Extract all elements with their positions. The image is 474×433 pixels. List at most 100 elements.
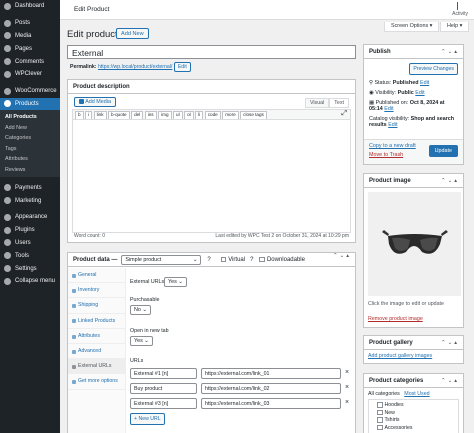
sidebar-item-appearance[interactable]: Appearance bbox=[0, 211, 60, 224]
tab-get-more-options[interactable]: Get more options bbox=[68, 374, 125, 390]
quicktag-button[interactable]: ul bbox=[173, 111, 183, 119]
panel-arrows-icon[interactable]: ⌃⌄▴ bbox=[441, 374, 459, 388]
quicktag-button[interactable]: b-quote bbox=[108, 111, 130, 119]
permalink-url[interactable]: https://wp.local/product/external/ bbox=[98, 64, 172, 70]
sidebar-item-users[interactable]: Users bbox=[0, 237, 60, 250]
tab-attributes[interactable]: Attributes bbox=[68, 329, 125, 344]
url-name-input[interactable]: External #1 [n] bbox=[130, 368, 197, 379]
tab-linked-products[interactable]: Linked Products bbox=[68, 314, 125, 329]
add-new-button[interactable]: Add New bbox=[116, 28, 149, 39]
sidebar-item-marketing[interactable]: Marketing bbox=[0, 194, 60, 207]
quicktag-button[interactable]: ins bbox=[144, 111, 157, 119]
visibility-edit-link[interactable]: Edit bbox=[415, 90, 424, 96]
activity-button[interactable]: Activity bbox=[452, 2, 468, 17]
sidebar-item-products[interactable]: Products bbox=[0, 97, 60, 111]
tab-most-used[interactable]: Most Used bbox=[404, 391, 429, 397]
tab-visual[interactable]: Visual bbox=[304, 98, 330, 108]
submenu-item[interactable]: Attributes bbox=[0, 154, 60, 165]
submenu-item[interactable]: Categories bbox=[0, 133, 60, 144]
published-edit-link[interactable]: Edit bbox=[384, 106, 393, 112]
panel-arrows-icon[interactable]: ⌃⌄▴ bbox=[441, 336, 459, 350]
quicktag-button[interactable]: code bbox=[204, 111, 221, 119]
sidebar-item-collapse-menu[interactable]: Collapse menu bbox=[0, 275, 60, 288]
add-media-button[interactable]: Add Media bbox=[74, 97, 116, 107]
category-checkbox[interactable] bbox=[377, 409, 383, 416]
remove-url-icon[interactable]: × bbox=[345, 384, 349, 391]
quicktag-button[interactable]: li bbox=[195, 111, 204, 119]
tab-inventory[interactable]: Inventory bbox=[68, 283, 125, 299]
url-address-input[interactable]: https://external.com/link_02 bbox=[201, 383, 341, 394]
quicktag-button[interactable]: close tags bbox=[240, 111, 267, 119]
screen-options-button[interactable]: Screen Options ▾ bbox=[384, 22, 440, 32]
sidebar-item-comments[interactable]: Comments bbox=[0, 55, 60, 68]
product-title-input[interactable]: External bbox=[67, 45, 356, 59]
product-image[interactable] bbox=[368, 192, 461, 296]
product-type-select[interactable]: Simple product ⌄ bbox=[121, 254, 202, 265]
quicktag-button[interactable]: i bbox=[85, 111, 93, 119]
url-name-input[interactable]: Buy product bbox=[130, 383, 197, 394]
product-description-box: Product description Add Media Visual Text… bbox=[67, 79, 356, 243]
remove-url-icon[interactable]: × bbox=[345, 369, 349, 376]
category-checkbox[interactable] bbox=[377, 417, 383, 423]
submenu-item[interactable]: Reviews bbox=[0, 165, 60, 176]
url-address-input[interactable]: https://external.com/link_01 bbox=[201, 368, 341, 379]
sidebar-item-payments[interactable]: Payments bbox=[0, 181, 60, 194]
url-address-input[interactable]: https://external.com/link_03 bbox=[201, 398, 341, 409]
sidebar-item-tools[interactable]: Tools bbox=[0, 249, 60, 262]
remove-image-link[interactable]: Remove product image bbox=[368, 316, 423, 322]
url-name-input[interactable]: External #3 [n] bbox=[130, 398, 197, 409]
sidebar-item-wpclever[interactable]: WPClever bbox=[0, 68, 60, 81]
new-tab-select[interactable]: Yes ⌄ bbox=[130, 336, 153, 346]
submenu-item[interactable]: Add New bbox=[0, 123, 60, 134]
help-button[interactable]: Help ▾ bbox=[440, 22, 470, 32]
sidebar-item-posts[interactable]: Posts bbox=[0, 17, 60, 30]
sidebar-item-label: Users bbox=[15, 239, 31, 246]
external-urls-select[interactable]: Yes ⌄ bbox=[164, 277, 187, 287]
tab-general[interactable]: General bbox=[68, 268, 125, 284]
quicktag-button[interactable]: link bbox=[93, 111, 107, 119]
category-checkbox[interactable] bbox=[377, 424, 383, 431]
status-edit-link[interactable]: Edit bbox=[420, 80, 429, 86]
add-gallery-link[interactable]: Add product gallery images bbox=[368, 353, 432, 359]
purchasable-select[interactable]: No ⌄ bbox=[130, 305, 151, 315]
quicktag-button[interactable]: ol bbox=[184, 111, 194, 119]
sidebar-item-woocommerce[interactable]: WooCommerce bbox=[0, 85, 60, 98]
submenu-item[interactable]: Tags bbox=[0, 144, 60, 155]
update-button[interactable]: Update bbox=[428, 145, 458, 157]
category-checkbox[interactable] bbox=[377, 402, 383, 408]
downloadable-checkbox[interactable] bbox=[259, 256, 265, 263]
remove-url-icon[interactable]: × bbox=[345, 399, 349, 406]
sidebar-item-label: WPClever bbox=[15, 71, 43, 78]
tab-shipping[interactable]: Shipping bbox=[68, 298, 125, 314]
tab-external-urls[interactable]: External URLs bbox=[68, 359, 125, 375]
sidebar-item-settings[interactable]: Settings bbox=[0, 262, 60, 275]
panel-arrows-icon[interactable]: ⌃⌄▴ bbox=[333, 253, 351, 259]
collapse-icon bbox=[4, 277, 11, 285]
quicktag-button[interactable]: img bbox=[158, 111, 172, 119]
description-textarea[interactable] bbox=[72, 120, 351, 233]
tab-text[interactable]: Text bbox=[329, 98, 349, 108]
quicktag-button[interactable]: more bbox=[222, 111, 239, 119]
sidebar-item-pages[interactable]: Pages bbox=[0, 42, 60, 55]
quicktag-button[interactable]: del bbox=[131, 111, 144, 119]
sidebar-item-dashboard[interactable]: Dashboard bbox=[0, 0, 60, 13]
panel-arrows-icon[interactable]: ⌃⌄▴ bbox=[441, 45, 459, 59]
submenu-item[interactable]: All Products bbox=[0, 112, 60, 123]
preview-changes-button[interactable]: Preview Changes bbox=[409, 63, 458, 75]
sidebar-item-plugins[interactable]: Plugins bbox=[0, 224, 60, 237]
tab-all-categories[interactable]: All categories bbox=[368, 391, 400, 397]
virtual-checkbox[interactable] bbox=[220, 256, 227, 263]
sidebar-item-label: Tools bbox=[15, 252, 30, 259]
megaphone-icon bbox=[4, 197, 11, 205]
quicktag-button[interactable]: b bbox=[75, 111, 84, 119]
tab-advanced[interactable]: Advanced bbox=[68, 344, 125, 360]
catalog-edit-link[interactable]: Edit bbox=[388, 122, 397, 128]
panel-arrows-icon[interactable]: ⌃⌄▴ bbox=[441, 174, 459, 188]
permalink-edit-button[interactable]: Edit bbox=[173, 62, 191, 72]
quicktags-toolbar: b i link b-quote del ins img ul ol li code more clos… bbox=[72, 109, 351, 120]
sidebar-item-media[interactable]: Media bbox=[0, 30, 60, 43]
external-urls-label: External URLs bbox=[130, 279, 165, 285]
new-url-button[interactable]: + New URL bbox=[130, 413, 165, 425]
categories-heading: Product categories ⌃⌄▴ bbox=[364, 374, 463, 388]
fullscreen-icon[interactable]: ⤢ bbox=[341, 110, 347, 118]
